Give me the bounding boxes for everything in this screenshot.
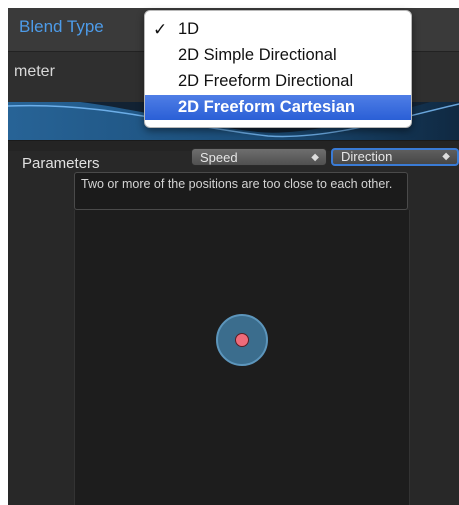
menu-item-2d-simple-directional[interactable]: 2D Simple Directional — [145, 43, 411, 68]
y-parameter-dropdown[interactable]: Direction ◆ — [331, 148, 459, 166]
menu-item-label: 2D Freeform Directional — [178, 72, 354, 90]
menu-item-2d-freeform-directional[interactable]: 2D Freeform Directional — [145, 69, 411, 94]
dropdown-arrows-icon: ◆ — [442, 151, 450, 162]
blend-space-graph[interactable] — [74, 210, 410, 505]
checkmark-icon: ✓ — [153, 20, 168, 39]
blend-node-icon[interactable] — [216, 314, 268, 366]
menu-item-1d[interactable]: ✓ 1D — [145, 17, 411, 42]
blend-node-point[interactable] — [235, 333, 249, 347]
y-parameter-value: Direction — [341, 149, 393, 164]
blend-type-popup-menu: ✓ 1D 2D Simple Directional 2D Freeform D… — [144, 10, 412, 128]
warning-text: Two or more of the positions are too clo… — [81, 177, 393, 191]
parameters-label: Parameters — [22, 155, 100, 172]
x-parameter-dropdown[interactable]: Speed ◆ — [191, 148, 327, 166]
menu-item-label: 2D Simple Directional — [178, 46, 337, 64]
x-parameter-value: Speed — [200, 150, 238, 165]
menu-item-label: 1D — [178, 20, 200, 38]
menu-item-2d-freeform-cartesian[interactable]: 2D Freeform Cartesian — [145, 95, 411, 120]
menu-item-label: 2D Freeform Cartesian — [178, 98, 355, 116]
dropdown-arrows-icon: ◆ — [311, 152, 319, 163]
parameter-label: meter — [14, 63, 55, 80]
blend-type-label: Blend Type — [19, 17, 104, 36]
warning-box: Two or more of the positions are too clo… — [74, 172, 408, 210]
